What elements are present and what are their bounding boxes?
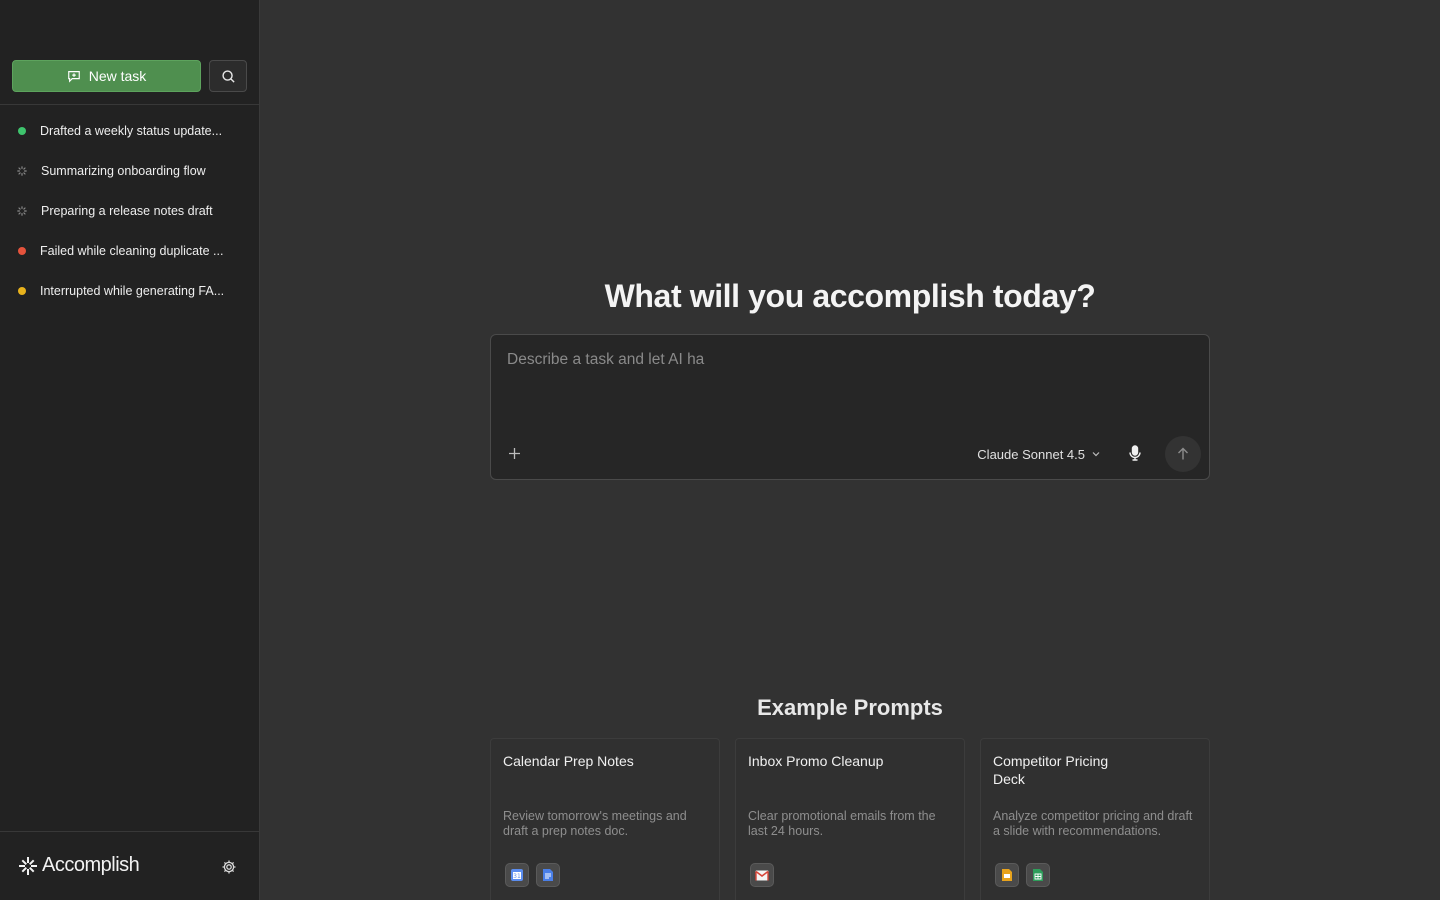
microphone-button[interactable] xyxy=(1125,443,1145,463)
gmail-icon xyxy=(750,863,774,887)
task-composer: Claude Sonnet 4.5 xyxy=(490,334,1210,480)
google-calendar-icon: 31 xyxy=(505,863,529,887)
model-selector[interactable]: Claude Sonnet 4.5 xyxy=(961,443,1101,465)
task-item[interactable]: Summarizing onboarding flow xyxy=(0,151,259,191)
spinner-icon xyxy=(17,166,27,176)
task-label: Preparing a release notes draft xyxy=(41,204,213,218)
example-card-inbox-cleanup[interactable]: Inbox Promo Cleanup Clear promotional em… xyxy=(735,738,965,900)
example-card-calendar-prep[interactable]: Calendar Prep Notes Review tomorrow's me… xyxy=(490,738,720,900)
sidebar-footer: Accomplish xyxy=(0,831,259,900)
card-description: Analyze competitor pricing and draft a s… xyxy=(993,809,1193,838)
card-app-icons xyxy=(750,863,774,887)
search-button[interactable] xyxy=(209,60,247,92)
brand: Accomplish xyxy=(18,854,140,877)
task-item[interactable]: Failed while cleaning duplicate ... xyxy=(0,231,259,271)
accomplish-logo-icon xyxy=(19,856,37,875)
example-prompts: Calendar Prep Notes Review tomorrow's me… xyxy=(490,738,1210,900)
examples-title: Example Prompts xyxy=(757,695,943,720)
model-name: Claude Sonnet 4.5 xyxy=(977,446,1085,462)
status-failed-icon xyxy=(18,247,26,255)
card-app-icons xyxy=(995,863,1050,887)
search-icon xyxy=(221,69,235,83)
task-input[interactable] xyxy=(507,351,1193,421)
google-sheets-icon xyxy=(1026,863,1050,887)
card-title: Calendar Prep Notes xyxy=(503,753,634,769)
task-item[interactable]: Interrupted while generating FA... xyxy=(0,271,259,311)
svg-text:31: 31 xyxy=(513,873,521,880)
message-plus-icon xyxy=(67,71,80,83)
send-button[interactable] xyxy=(1165,436,1201,472)
example-card-competitor-pricing[interactable]: Competitor Pricing Deck Analyze competit… xyxy=(980,738,1210,900)
new-task-label: New task xyxy=(88,68,147,84)
card-title: Inbox Promo Cleanup xyxy=(748,753,884,769)
status-interrupted-icon xyxy=(18,287,26,295)
gear-icon xyxy=(222,860,236,874)
spinner-icon xyxy=(17,206,27,216)
brand-name: Accomplish xyxy=(42,854,140,876)
new-task-button[interactable]: New task xyxy=(12,60,201,92)
google-docs-icon xyxy=(536,863,560,887)
task-label: Failed while cleaning duplicate ... xyxy=(40,244,224,258)
task-list: Drafted a weekly status update... Summar… xyxy=(0,111,259,311)
card-description: Clear promotional emails from the last 2… xyxy=(748,809,936,838)
card-description: Review tomorrow's meetings and draft a p… xyxy=(503,809,687,838)
task-item[interactable]: Preparing a release notes draft xyxy=(0,191,259,231)
plus-icon xyxy=(508,447,520,459)
task-item[interactable]: Drafted a weekly status update... xyxy=(0,111,259,151)
settings-button[interactable] xyxy=(219,857,239,877)
page-title: What will you accomplish today? xyxy=(604,278,1096,314)
attach-button[interactable] xyxy=(505,444,523,462)
task-label: Drafted a weekly status update... xyxy=(40,124,223,138)
sidebar: New task Drafted a weekly status update.… xyxy=(0,0,260,900)
sidebar-header: New task xyxy=(0,0,259,105)
card-app-icons: 31 xyxy=(505,863,560,887)
task-label: Summarizing onboarding flow xyxy=(41,164,206,178)
card-title: Competitor Pricing Deck xyxy=(993,753,1109,787)
arrow-up-icon xyxy=(1178,447,1188,460)
task-label: Interrupted while generating FA... xyxy=(40,284,225,298)
microphone-icon xyxy=(1129,445,1141,461)
google-slides-icon xyxy=(995,863,1019,887)
chevron-down-icon xyxy=(1092,452,1100,457)
status-completed-icon xyxy=(18,127,26,135)
